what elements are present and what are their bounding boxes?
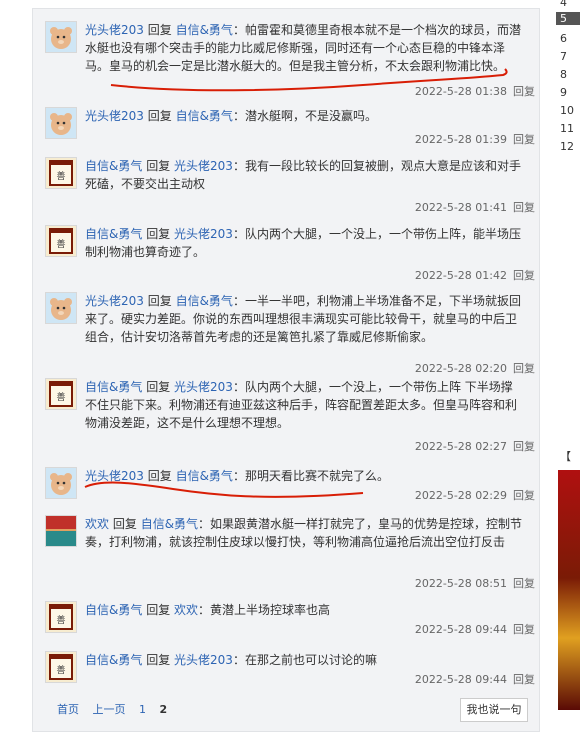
sidebar-item[interactable]: 10 (560, 104, 574, 117)
annotation-underline (84, 68, 508, 498)
sidebar-item-active[interactable]: 5 (556, 12, 580, 25)
reply-panel: 光头佬203 回复 自信&勇气：帕雷霍和莫德里奇根本就不是一个档次的球员，而潜水… (32, 8, 540, 732)
sidebar-item[interactable]: 9 (560, 86, 567, 99)
right-sidebar: 4 5 6 7 8 9 10 11 12 【 (556, 0, 580, 741)
sidebar-item[interactable]: 8 (560, 68, 567, 81)
sidebar-ad-title: 【 (560, 450, 571, 463)
sidebar-item[interactable]: 7 (560, 50, 567, 63)
sidebar-item[interactable]: 6 (560, 32, 567, 45)
sidebar-item[interactable]: 11 (560, 122, 574, 135)
sidebar-item[interactable]: 12 (560, 140, 574, 153)
sidebar-ad-banner[interactable] (558, 470, 580, 710)
sidebar-item[interactable]: 4 (560, 0, 567, 9)
